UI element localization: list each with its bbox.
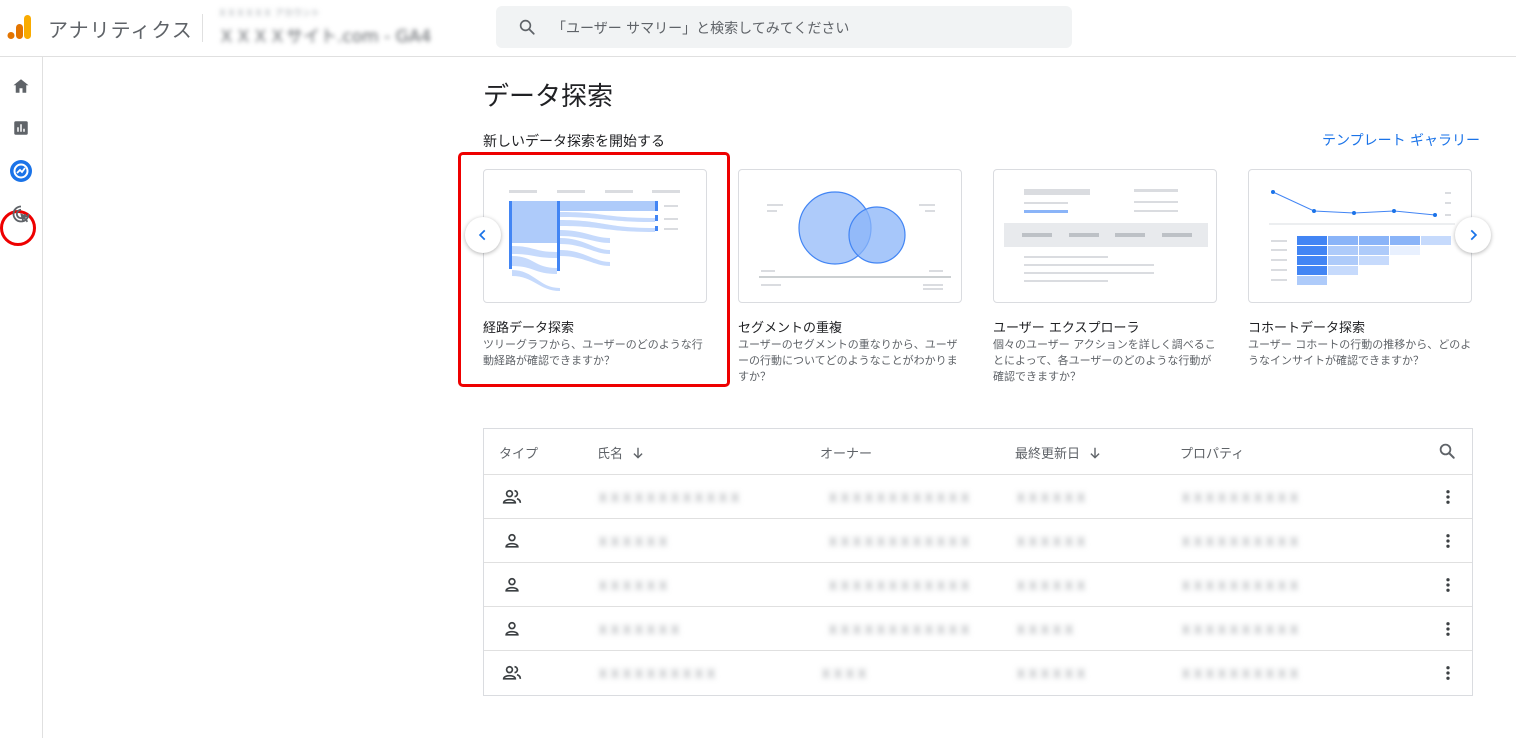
column-header-name[interactable]: 氏名 (597, 443, 645, 462)
row-property: ＸＸＸＸＸＸＸＸＸＸ (1180, 667, 1301, 681)
column-header-type-label: タイプ (499, 447, 539, 462)
more-vert-icon[interactable] (1439, 575, 1457, 595)
path-card-highlight (458, 152, 730, 387)
card-cohort-thumbnail[interactable] (1248, 169, 1472, 303)
card-user-explorer-thumbnail[interactable] (993, 169, 1217, 303)
top-bar: アナリティクス ＸＸＸＸＸＸ アカウント ＸＸＸＸサイト.com - GA4 「… (0, 0, 1516, 57)
user-explorer-illustration (1004, 189, 1208, 282)
bar-chart-icon (14, 121, 28, 135)
home-icon (13, 79, 29, 93)
card-segment-overlap-title[interactable]: セグメントの重複 (738, 317, 842, 336)
card-user-explorer-title[interactable]: ユーザー エクスプローラ (993, 317, 1139, 336)
carousel-next-button[interactable] (1455, 217, 1491, 253)
table-search-icon[interactable] (1438, 442, 1456, 460)
more-vert-icon[interactable] (1439, 531, 1457, 551)
column-header-owner-label: オーナー (820, 447, 873, 462)
cursor-target-icon (12, 205, 30, 223)
page-title: データ探索 (483, 82, 614, 112)
table-row[interactable]: ＸＸＸＸＸＸＸ ＸＸＸＸＸＸＸＸＸＸＸＸ ＸＸＸＸＸ ＸＸＸＸＸＸＸＸＸＸ (484, 606, 1472, 651)
carousel-prev-button[interactable] (465, 217, 501, 253)
column-header-updated[interactable]: 最終更新日 (1015, 443, 1102, 462)
nav-home[interactable] (5, 70, 37, 102)
search-placeholder: 「ユーザー サマリー」と検索してみてください (552, 21, 850, 37)
more-vert-icon[interactable] (1439, 619, 1457, 639)
segment-overlap-illustration (759, 191, 951, 290)
column-header-type[interactable]: タイプ (499, 443, 538, 462)
row-property: ＸＸＸＸＸＸＸＸＸＸ (1180, 535, 1301, 549)
row-name[interactable]: ＸＸＸＸＸＸ (597, 533, 669, 550)
more-vert-icon[interactable] (1439, 487, 1457, 507)
search-icon (519, 19, 535, 35)
column-header-updated-label: 最終更新日 (1015, 447, 1081, 462)
row-property: ＸＸＸＸＸＸＸＸＸＸ (1180, 491, 1301, 505)
nav-explore[interactable] (5, 155, 37, 187)
card-segment-overlap-description: ユーザーのセグメントの重なりから、ユーザーの行動についてどのようなことがわかりま… (738, 338, 958, 383)
analytics-logo-icon[interactable] (7, 14, 33, 40)
row-name[interactable]: ＸＸＸＸＸＸＸＸＸＸ (597, 665, 717, 682)
new-exploration-heading: 新しいデータ探索を開始する (483, 134, 665, 150)
search-box[interactable]: 「ユーザー サマリー」と検索してみてください (496, 6, 1072, 48)
column-header-owner[interactable]: オーナー (820, 443, 872, 462)
shared-users-icon (502, 489, 522, 504)
shared-users-icon (502, 665, 522, 680)
card-cohort-title[interactable]: コホートデータ探索 (1248, 317, 1365, 336)
row-name[interactable]: ＸＸＸＸＸＸ (597, 577, 669, 594)
left-nav (0, 57, 43, 738)
arrow-down-icon (1090, 447, 1100, 459)
row-updated: ＸＸＸＸＸＸ (1015, 579, 1088, 593)
row-name[interactable]: ＸＸＸＸＸＸＸ (597, 621, 681, 638)
chevron-left-icon (478, 229, 486, 241)
row-updated: ＸＸＸＸＸＸ (1015, 535, 1088, 549)
row-name[interactable]: ＸＸＸＸＸＸＸＸＸＸＸＸ (597, 489, 741, 506)
account-selector[interactable]: ＸＸＸＸＸＸ アカウント ＸＸＸＸサイト.com - GA4 (218, 6, 480, 50)
table-row[interactable]: ＸＸＸＸＸＸＸＸＸＸ ＸＸＸＸ ＸＸＸＸＸＸ ＸＸＸＸＸＸＸＸＸＸ (484, 650, 1472, 695)
column-header-property-label: プロパティ (1180, 447, 1245, 462)
card-segment-overlap-thumbnail[interactable] (738, 169, 962, 303)
column-header-name-label: 氏名 (597, 447, 624, 462)
card-cohort-description: ユーザー コホートの行動の推移から、どのようなインサイトが確認できますか？ (1248, 338, 1472, 367)
user-icon (505, 533, 519, 548)
table-row[interactable]: ＸＸＸＸＸＸ ＸＸＸＸＸＸＸＸＸＸＸＸ ＸＸＸＸＸＸ ＸＸＸＸＸＸＸＸＸＸ (484, 562, 1472, 607)
explore-icon (10, 160, 32, 182)
row-owner: ＸＸＸＸＸＸＸＸＸＸＸＸ (827, 623, 972, 637)
more-vert-icon[interactable] (1439, 663, 1457, 683)
row-owner: ＸＸＸＸＸＸＸＸＸＸＸＸ (827, 535, 972, 549)
row-owner: ＸＸＸＸ (820, 667, 869, 681)
user-icon (505, 621, 519, 636)
nav-reports[interactable] (5, 112, 37, 144)
table-row[interactable]: ＸＸＸＸＸＸ ＸＸＸＸＸＸＸＸＸＸＸＸ ＸＸＸＸＸＸ ＸＸＸＸＸＸＸＸＸＸ (484, 518, 1472, 563)
chevron-right-icon (1470, 229, 1478, 241)
template-gallery-link[interactable]: テンプレート ギャラリー (1322, 130, 1480, 150)
row-owner: ＸＸＸＸＸＸＸＸＸＸＸＸ (827, 579, 972, 593)
table-row[interactable]: ＸＸＸＸＸＸＸＸＸＸＸＸ ＸＸＸＸＸＸＸＸＸＸＸＸ ＸＸＸＸＸＸ ＸＸＸＸＸＸＸ… (484, 474, 1472, 519)
header-divider (202, 14, 203, 42)
property-name: ＸＸＸＸサイト.com - GA4 (218, 27, 432, 47)
nav-advertising[interactable] (5, 198, 37, 230)
card-user-explorer-description: 個々のユーザー アクションを詳しく調べることによって、各ユーザーのどのような行動… (993, 338, 1216, 383)
account-name: ＸＸＸＸＸＸ アカウント (218, 9, 320, 19)
row-property: ＸＸＸＸＸＸＸＸＸＸ (1180, 579, 1301, 593)
row-updated: ＸＸＸＸＸ (1015, 623, 1076, 637)
user-icon (505, 577, 519, 592)
app-title[interactable]: アナリティクス (48, 14, 193, 43)
row-updated: ＸＸＸＸＸＸ (1015, 491, 1088, 505)
cohort-exploration-illustration (1269, 190, 1455, 285)
explorations-table: タイプ 氏名 オーナー 最終更新日 プロパティ ＸＸＸＸＸＸＸＸＸＸＸＸ ＸＸＸ… (483, 428, 1473, 696)
column-header-property[interactable]: プロパティ (1180, 443, 1244, 462)
row-owner: ＸＸＸＸＸＸＸＸＸＸＸＸ (827, 491, 972, 505)
arrow-down-icon (633, 447, 643, 459)
row-property: ＸＸＸＸＸＸＸＸＸＸ (1180, 623, 1301, 637)
row-updated: ＸＸＸＸＸＸ (1015, 667, 1088, 681)
